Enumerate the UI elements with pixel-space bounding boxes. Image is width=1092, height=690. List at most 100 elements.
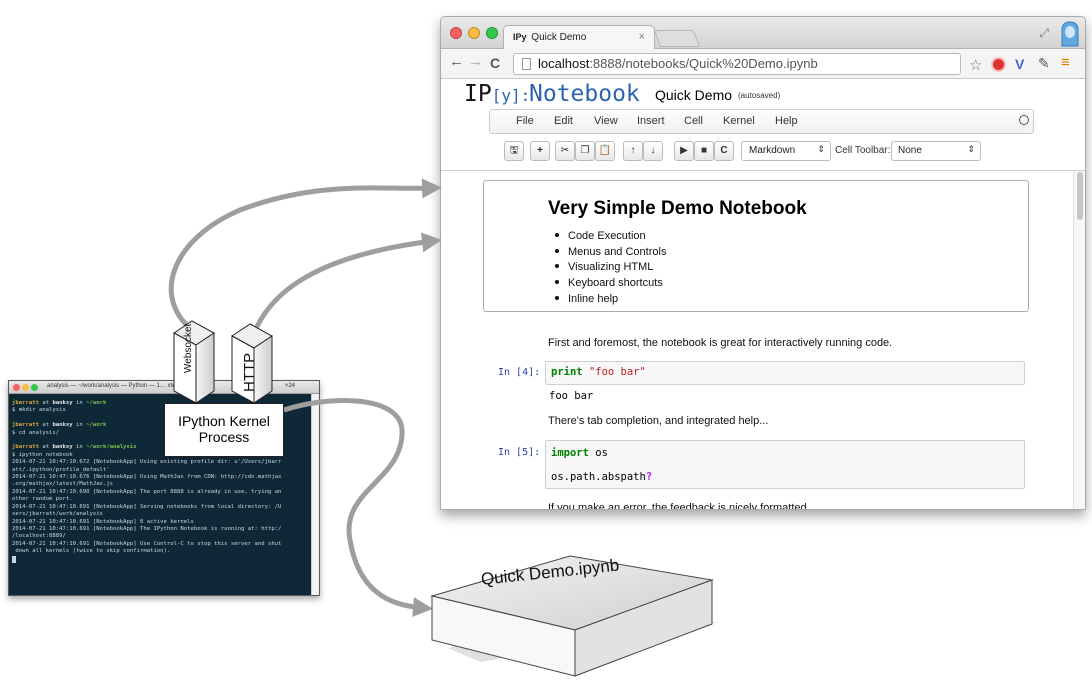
- forward-arrow-icon[interactable]: →: [468, 53, 483, 70]
- cell-type-value: Markdown: [749, 145, 796, 156]
- websocket-arrow: [168, 178, 442, 348]
- prompt-dir: ~/work: [86, 422, 107, 429]
- reload-icon[interactable]: C: [490, 55, 500, 71]
- terminal-line: /localhost:8889/: [12, 533, 66, 540]
- menu-insert[interactable]: Insert: [637, 115, 665, 127]
- markdown-cell[interactable]: Very Simple Demo Notebook Code Execution…: [483, 180, 1029, 312]
- bookmark-star-icon[interactable]: ☆: [969, 56, 982, 74]
- list-item: Keyboard shortcuts: [555, 276, 666, 292]
- prompt-in: in: [72, 400, 87, 406]
- cell-toolbar-value: None: [898, 145, 922, 156]
- kernel-label: IPython Kernel Process: [165, 413, 283, 445]
- wrench-icon[interactable]: ✎: [1038, 55, 1050, 72]
- architecture-diagram: analysis — ~/work/analysis — Python — 1……: [0, 0, 1092, 690]
- stop-button[interactable]: ■: [694, 141, 714, 161]
- notebook-menubar: File Edit View Insert Cell Kernel Help: [489, 109, 1034, 134]
- menu-edit[interactable]: Edit: [554, 115, 573, 127]
- cell-output: foo bar: [549, 390, 594, 402]
- save-button[interactable]: 🖫: [504, 141, 524, 161]
- terminal-minimize-icon[interactable]: [22, 384, 29, 391]
- tab-close-icon[interactable]: ×: [639, 31, 645, 43]
- code-text: os: [588, 447, 608, 459]
- tab-favicon: IPy: [513, 32, 527, 42]
- opera-extension-icon[interactable]: [991, 57, 1006, 72]
- terminal-title: analysis — ~/work/analysis — Python — 1……: [47, 383, 208, 389]
- tab-strip: IPy Quick Demo × ⤢: [441, 17, 1085, 49]
- menu-view[interactable]: View: [594, 115, 618, 127]
- prompt-in: in: [72, 422, 87, 429]
- file-label: Quick Demo.ipynb: [480, 555, 621, 589]
- terminal-line: 2014-07-21 10:47:10.691 [NotebookApp] 0 …: [12, 518, 194, 525]
- window-minimize-icon[interactable]: [468, 27, 480, 39]
- paste-button[interactable]: 📋: [595, 141, 615, 161]
- v-extension-icon[interactable]: V: [1015, 56, 1024, 72]
- notebook-body[interactable]: Very Simple Demo Notebook Code Execution…: [441, 170, 1085, 509]
- menu-cell[interactable]: Cell: [684, 115, 703, 127]
- tab-quick-demo[interactable]: IPy Quick Demo ×: [503, 25, 655, 49]
- terminal-line: sers/jbarratt/work/analysis: [12, 511, 103, 518]
- menu-help[interactable]: Help: [775, 115, 798, 127]
- terminal-scrollbar[interactable]: [311, 394, 319, 595]
- menu-kernel[interactable]: Kernel: [723, 115, 755, 127]
- notebook-toolbar: 🖫 + ✂ ❐ 📋 ↑ ↓ ▶ ■ C Markdown ⇕ Cell Tool…: [441, 135, 1085, 169]
- kernel-label-line2: Process: [198, 429, 250, 445]
- list-item: Code Execution: [555, 229, 666, 245]
- prompt-at: at: [38, 444, 53, 451]
- http-label: HTTP: [241, 352, 258, 392]
- tab-title: Quick Demo: [531, 32, 587, 43]
- list-item: Inline help: [555, 292, 666, 308]
- move-up-button[interactable]: ↑: [623, 141, 643, 161]
- terminal-line: 2014-07-21 10:47:10.676 [NotebookApp] Us…: [12, 474, 282, 481]
- prompt-user: jbarratt: [12, 400, 39, 406]
- fullscreen-icon[interactable]: ⤢: [1039, 26, 1049, 41]
- move-down-button[interactable]: ↓: [643, 141, 663, 161]
- run-button[interactable]: ▶: [674, 141, 694, 161]
- terminal-line: 2014-07-21 10:47:10.691 [NotebookApp] Th…: [12, 525, 282, 532]
- text-cell[interactable]: There's tab completion, and integrated h…: [548, 415, 768, 427]
- insert-cell-button[interactable]: +: [530, 141, 550, 161]
- cell-type-select[interactable]: Markdown ⇕: [741, 141, 831, 161]
- notebook-name[interactable]: Quick Demo: [655, 87, 732, 103]
- terminal-dimensions: ×24: [284, 383, 295, 389]
- terminal-zoom-icon[interactable]: [31, 384, 38, 391]
- text-cell[interactable]: If you make an error, the feedback is ni…: [548, 502, 816, 509]
- copy-button[interactable]: ❐: [575, 141, 595, 161]
- browser-toolbar: ← → C localhost:8888/notebooks/Quick%20D…: [441, 49, 1085, 79]
- profile-avatar-icon[interactable]: [1059, 20, 1081, 47]
- code-cell[interactable]: print "foo bar": [545, 361, 1025, 385]
- back-arrow-icon[interactable]: ←: [449, 53, 464, 70]
- new-tab-button[interactable]: [653, 30, 701, 47]
- terminal-line: other random port.: [12, 496, 73, 503]
- code-keyword: print: [551, 366, 583, 378]
- terminal-close-icon[interactable]: [13, 384, 20, 391]
- browser-window: IPy Quick Demo × ⤢ ← → C localhost:8888/…: [440, 16, 1086, 510]
- terminal-line: 2014-07-21 10:47:10.672 [NotebookApp] Us…: [12, 459, 282, 466]
- menu-file[interactable]: File: [516, 115, 534, 127]
- cell-toolbar-select[interactable]: None ⇕: [891, 141, 981, 161]
- window-close-icon[interactable]: [450, 27, 462, 39]
- restart-button[interactable]: C: [714, 141, 734, 161]
- terminal-line: down all kernels (twice to skip confirma…: [12, 548, 171, 555]
- cut-button[interactable]: ✂: [555, 141, 575, 161]
- window-maximize-icon[interactable]: [486, 27, 498, 39]
- prompt-in: in: [72, 444, 87, 451]
- ipython-logo[interactable]: IP[y]:: [464, 81, 530, 107]
- address-bar[interactable]: localhost:8888/notebooks/Quick%20Demo.ip…: [513, 53, 961, 75]
- logo-notebook-word: Notebook: [529, 81, 640, 107]
- page-icon: [522, 58, 531, 70]
- browser-menu-icon[interactable]: ≡: [1061, 54, 1070, 71]
- prompt-user: jbarratt: [12, 422, 39, 429]
- prompt-user: jbarratt: [12, 444, 39, 451]
- scroll-thumb[interactable]: [1077, 172, 1083, 220]
- code-keyword: import: [551, 447, 589, 459]
- ipython-kernel-process: IPython Kernel Process: [164, 403, 284, 457]
- input-prompt: In [5]:: [498, 447, 541, 458]
- logo-ip: IP: [464, 81, 492, 107]
- code-cell[interactable]: import os os.path.abspath?: [545, 440, 1025, 489]
- prompt-host: banksy: [52, 422, 73, 429]
- list-item: Menus and Controls: [555, 245, 666, 261]
- text-cell[interactable]: First and foremost, the notebook is grea…: [548, 337, 892, 349]
- http-arrow: [250, 232, 442, 337]
- terminal-line: att/.ipython/profile_default': [12, 466, 110, 473]
- notebook-scrollbar[interactable]: [1073, 171, 1085, 509]
